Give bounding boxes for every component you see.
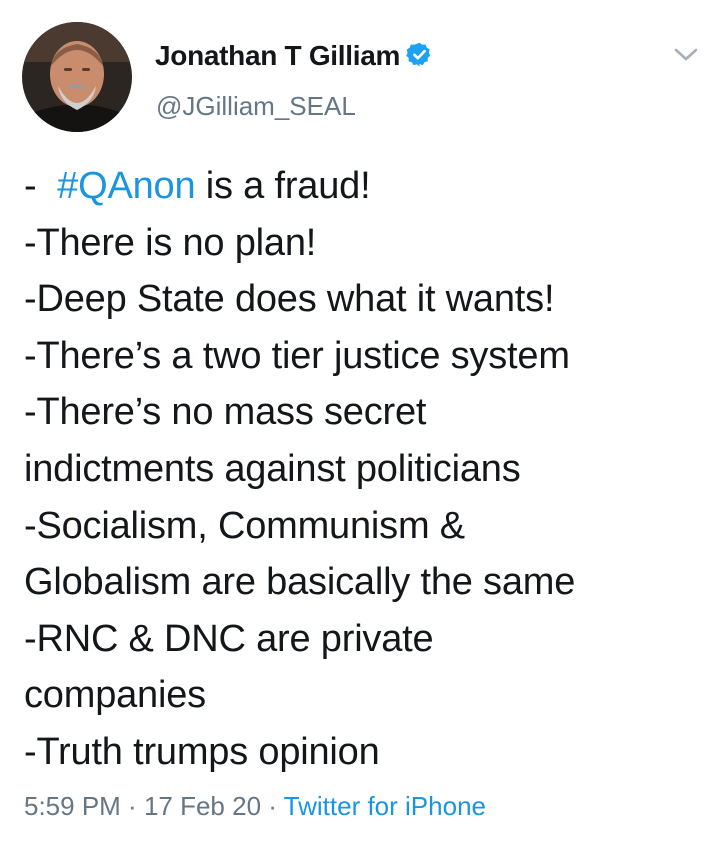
tweet-source-link[interactable]: Twitter for iPhone: [284, 791, 486, 821]
tweet-line: -There’s no mass secret: [24, 391, 427, 434]
tweet-line: Globalism are basically the same: [24, 561, 576, 604]
tweet-line-1: - #QAnon is a fraud!: [24, 158, 704, 215]
meta-separator: ·: [120, 791, 144, 821]
hashtag-link[interactable]: #QAnon: [57, 165, 195, 207]
author-name-text: Jonathan T Gilliam: [155, 40, 401, 71]
tweet-card: Jonathan T Gilliam @JGilliam_SEAL - #QAn…: [0, 0, 720, 841]
verified-badge-icon: [406, 42, 431, 67]
chevron-down-icon[interactable]: [672, 46, 700, 64]
tweet-line: -Deep State does what it wants!: [24, 278, 555, 321]
tweet-line: -RNC & DNC are private: [24, 617, 434, 660]
tweet-line: -There’s a two tier justice system: [24, 334, 570, 377]
meta-separator: ·: [261, 791, 284, 821]
tweet-line: -Socialism, Communism &: [24, 504, 465, 547]
author-avatar[interactable]: [22, 22, 132, 132]
tweet-text: - #QAnon is a fraud! -There is no plan! …: [24, 158, 704, 781]
tweet-metadata: 5:59 PM · 17 Feb 20 · Twitter for iPhone: [24, 791, 486, 822]
tweet-line: -There is no plan!: [24, 221, 317, 264]
tweet-line: -Truth trumps opinion: [24, 730, 380, 773]
tweet-line: companies: [24, 674, 206, 717]
tweet-date[interactable]: 17 Feb 20: [144, 791, 261, 821]
tweet-line: indictments against politicians: [24, 447, 521, 490]
author-handle[interactable]: @JGilliam_SEAL: [156, 91, 356, 122]
line-suffix: is a fraud!: [195, 165, 371, 207]
author-name[interactable]: Jonathan T Gilliam: [155, 40, 433, 72]
line-prefix: -: [24, 165, 47, 207]
tweet-time[interactable]: 5:59 PM: [24, 791, 121, 821]
profile-photo-icon: [22, 22, 132, 132]
